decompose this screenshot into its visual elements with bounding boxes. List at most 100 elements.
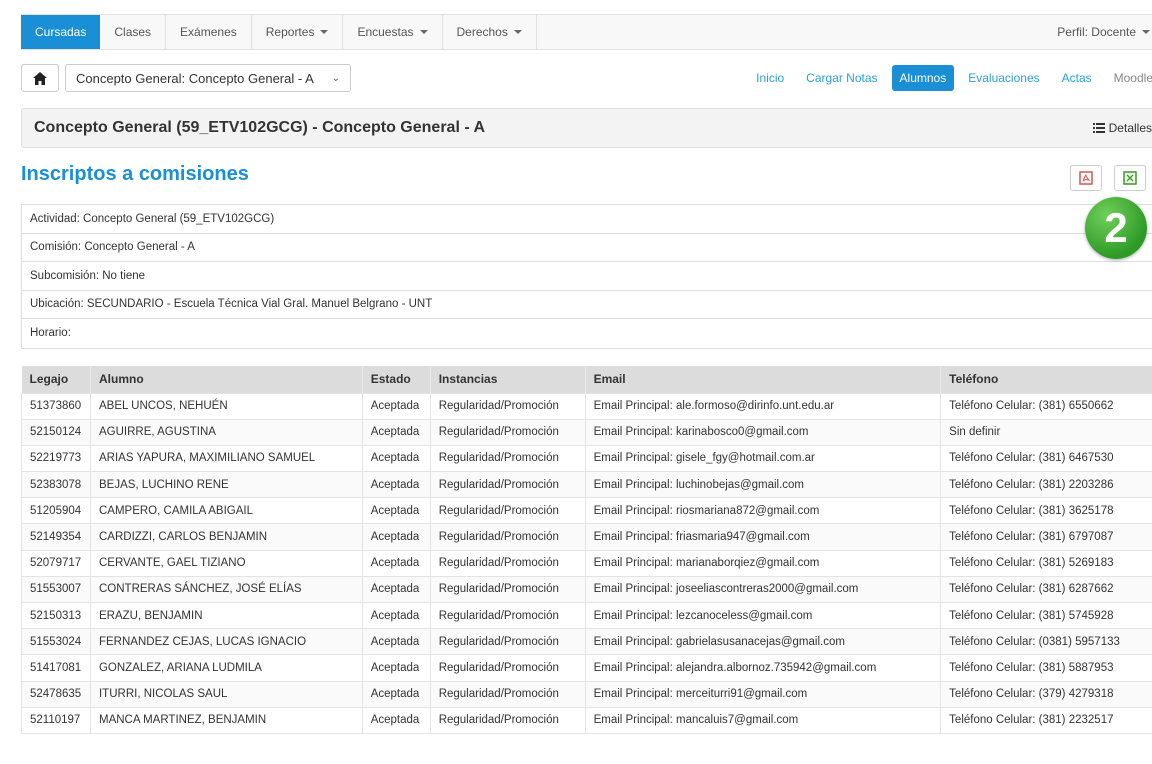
column-header[interactable]: Legajo bbox=[21, 366, 91, 393]
table-cell: BEJAS, LUCHINO RENE bbox=[89, 471, 363, 499]
caret-down-icon bbox=[320, 30, 329, 34]
nav-item-label: Derechos bbox=[456, 25, 508, 39]
pdf-icon bbox=[1079, 171, 1093, 185]
course-header: Concepto General (59_ETV102GCG) - Concep… bbox=[21, 108, 1152, 148]
table-cell: Aceptada bbox=[361, 497, 431, 525]
table-cell: ITURRI, NICOLAS SAUL bbox=[89, 680, 363, 708]
table-cell: 52150124 bbox=[21, 418, 91, 446]
table-header-row: Legajo Alumno Estado Instancias Email Teléfon… bbox=[21, 366, 1152, 393]
table-cell: Regularidad/Promoción bbox=[429, 471, 586, 499]
table-cell: Teléfono Celular: (381) 5745928 bbox=[940, 601, 1152, 630]
excel-icon bbox=[1123, 171, 1137, 185]
table-row[interactable]: 52110197 MANCA MARTINEZ, BENJAMIN Aceptada… bbox=[21, 706, 1152, 734]
table-row[interactable]: 51205904 CAMPERO, CAMILA ABIGAIL Aceptada R… bbox=[21, 497, 1152, 525]
step-badge: 2 bbox=[1085, 197, 1147, 259]
table-row[interactable]: 51553007 CONTRERAS SÁNCHEZ, JOSÉ ELÍAS Ace… bbox=[21, 575, 1152, 604]
info-line: Comisión: Concepto General - A bbox=[22, 234, 1152, 262]
info-line: Subcomisión: No tiene bbox=[22, 262, 1152, 291]
table-cell: Email Principal: luchinobejas@gmail.com bbox=[584, 471, 942, 499]
table-cell: Email Principal: mancaluis7@gmail.com bbox=[584, 706, 942, 734]
details-button[interactable]: Detalles bbox=[1092, 121, 1152, 135]
table-cell: Aceptada bbox=[361, 601, 431, 630]
table-cell: CONTRERAS SÁNCHEZ, JOSÉ ELÍAS bbox=[89, 575, 363, 604]
table-cell: Email Principal: riosmariana872@gmail.co… bbox=[584, 497, 942, 525]
top-navbar: Cursadas Clases Exámenes Reportes Encuestas D… bbox=[21, 14, 1152, 50]
table-cell: Email Principal: friasmaria947@gmail.com bbox=[584, 523, 942, 551]
column-header[interactable]: Estado bbox=[362, 366, 431, 393]
table-cell: 51553007 bbox=[21, 575, 91, 604]
column-header[interactable]: Teléfono bbox=[940, 366, 1152, 393]
table-row[interactable]: 52150124 AGUIRRE, AGUSTINA Aceptada Regular… bbox=[21, 418, 1152, 446]
tab-inicio[interactable]: Inicio bbox=[748, 65, 792, 91]
column-header[interactable]: Email bbox=[585, 366, 942, 393]
table-cell: 51205904 bbox=[21, 497, 91, 525]
table-cell: Teléfono Celular: (0381) 5957133 bbox=[940, 628, 1152, 656]
table-cell: Teléfono Celular: (381) 6550662 bbox=[940, 392, 1152, 420]
table-cell: Regularidad/Promoción bbox=[429, 601, 586, 630]
table-cell: ARIAS YAPURA, MAXIMILIANO SAMUEL bbox=[89, 444, 363, 473]
column-header[interactable]: Alumno bbox=[90, 366, 363, 393]
home-button[interactable] bbox=[21, 64, 59, 92]
table-cell: AGUIRRE, AGUSTINA bbox=[89, 418, 363, 446]
table-row[interactable]: 52383078 BEJAS, LUCHINO RENE Aceptada Regul… bbox=[21, 471, 1152, 499]
table-row[interactable]: 52478635 ITURRI, NICOLAS SAUL Aceptada Regu… bbox=[21, 680, 1152, 708]
table-cell: Regularidad/Promoción bbox=[429, 392, 586, 420]
tab-alumnos[interactable]: Alumnos bbox=[891, 65, 955, 91]
chevron-down-icon: ⌄ bbox=[331, 72, 340, 84]
table-row[interactable]: 52219773 ARIAS YAPURA, MAXIMILIANO SAMUEL… bbox=[21, 444, 1152, 473]
list-icon bbox=[1092, 123, 1105, 133]
export-pdf-button[interactable] bbox=[1070, 165, 1102, 191]
table-cell: Aceptada bbox=[361, 392, 431, 420]
table-cell: Aceptada bbox=[361, 523, 431, 551]
table-cell: Teléfono Celular: (379) 4279318 bbox=[940, 680, 1152, 708]
table-cell: Regularidad/Promoción bbox=[429, 628, 586, 656]
table-cell: Regularidad/Promoción bbox=[429, 497, 586, 525]
nav-item-label: Cursadas bbox=[35, 25, 87, 39]
table-row[interactable]: 51373860 ABEL UNCOS, NEHUÉN Aceptada Regula… bbox=[21, 392, 1152, 420]
navbar-spacer bbox=[537, 15, 1043, 49]
table-row[interactable]: 52079717 CERVANTE, GAEL TIZIANO Aceptada Re… bbox=[21, 549, 1152, 577]
table-row[interactable]: 51417081 GONZALEZ, ARIANA LUDMILA Aceptada… bbox=[21, 654, 1152, 682]
table-cell: 51373860 bbox=[21, 392, 91, 420]
table-cell: Aceptada bbox=[361, 444, 431, 473]
info-line: Ubicación: SECUNDARIO - Escuela Técnica … bbox=[22, 291, 1152, 319]
table-cell: Regularidad/Promoción bbox=[429, 680, 586, 708]
table-cell: Regularidad/Promoción bbox=[429, 418, 586, 446]
table-cell: CERVANTE, GAEL TIZIANO bbox=[89, 549, 363, 577]
tab-cargar-notas[interactable]: Cargar Notas bbox=[798, 65, 885, 91]
nav-item-cursadas[interactable]: Cursadas bbox=[21, 15, 101, 49]
tab-actas[interactable]: Actas bbox=[1054, 65, 1100, 91]
table-cell: 52150313 bbox=[21, 601, 91, 630]
column-header[interactable]: Instancias bbox=[430, 366, 586, 393]
nav-item-label: Clases bbox=[114, 25, 152, 39]
home-icon bbox=[33, 71, 47, 85]
commission-info: Actividad: Concepto General (59_ETV102GC… bbox=[21, 204, 1152, 349]
tab-evaluaciones[interactable]: Evaluaciones bbox=[960, 65, 1047, 91]
tab-moodle[interactable]: Moodle bbox=[1106, 65, 1152, 91]
nav-item-reportes[interactable]: Reportes bbox=[252, 15, 344, 49]
table-cell: Aceptada bbox=[361, 471, 431, 499]
nav-item-clases[interactable]: Clases bbox=[100, 15, 167, 49]
table-row[interactable]: 51553024 FERNANDEZ CEJAS, LUCAS IGNACIO Ac… bbox=[21, 628, 1152, 656]
course-select[interactable]: Concepto General: Concepto General - A ⌄ bbox=[65, 64, 351, 92]
table-cell: 52219773 bbox=[21, 444, 91, 473]
nav-item-label: Reportes bbox=[265, 25, 315, 39]
table-cell: Aceptada bbox=[361, 654, 431, 682]
nav-item-encuestas[interactable]: Encuestas bbox=[343, 15, 443, 49]
nav-item-ex-menes[interactable]: Exámenes bbox=[166, 15, 252, 49]
table-row[interactable]: 52149354 CARDIZZI, CARLOS BENJAMIN Aceptad… bbox=[21, 523, 1152, 551]
export-excel-button[interactable] bbox=[1114, 165, 1146, 191]
table-cell: Teléfono Celular: (381) 2232517 bbox=[940, 706, 1152, 734]
table-cell: Email Principal: ale.formoso@dirinfo.unt… bbox=[584, 392, 942, 420]
info-line: Horario: bbox=[30, 327, 71, 340]
students-table: Legajo Alumno Estado Instancias Email Teléfon… bbox=[21, 366, 1152, 734]
nav-item-derechos[interactable]: Derechos bbox=[443, 15, 537, 49]
table-cell: Email Principal: alejandra.albornoz.7359… bbox=[584, 654, 942, 682]
nav-item-label: Encuestas bbox=[357, 25, 414, 39]
profile-menu[interactable]: Perfil: Docente bbox=[1043, 15, 1152, 49]
profile-label: Perfil: Docente bbox=[1057, 25, 1136, 39]
table-cell: Regularidad/Promoción bbox=[429, 654, 586, 682]
table-cell: Email Principal: karinabosco0@gmail.com bbox=[584, 418, 942, 446]
details-label: Detalles bbox=[1108, 121, 1152, 135]
table-row[interactable]: 52150313 ERAZU, BENJAMIN Aceptada Regularid… bbox=[21, 601, 1152, 630]
